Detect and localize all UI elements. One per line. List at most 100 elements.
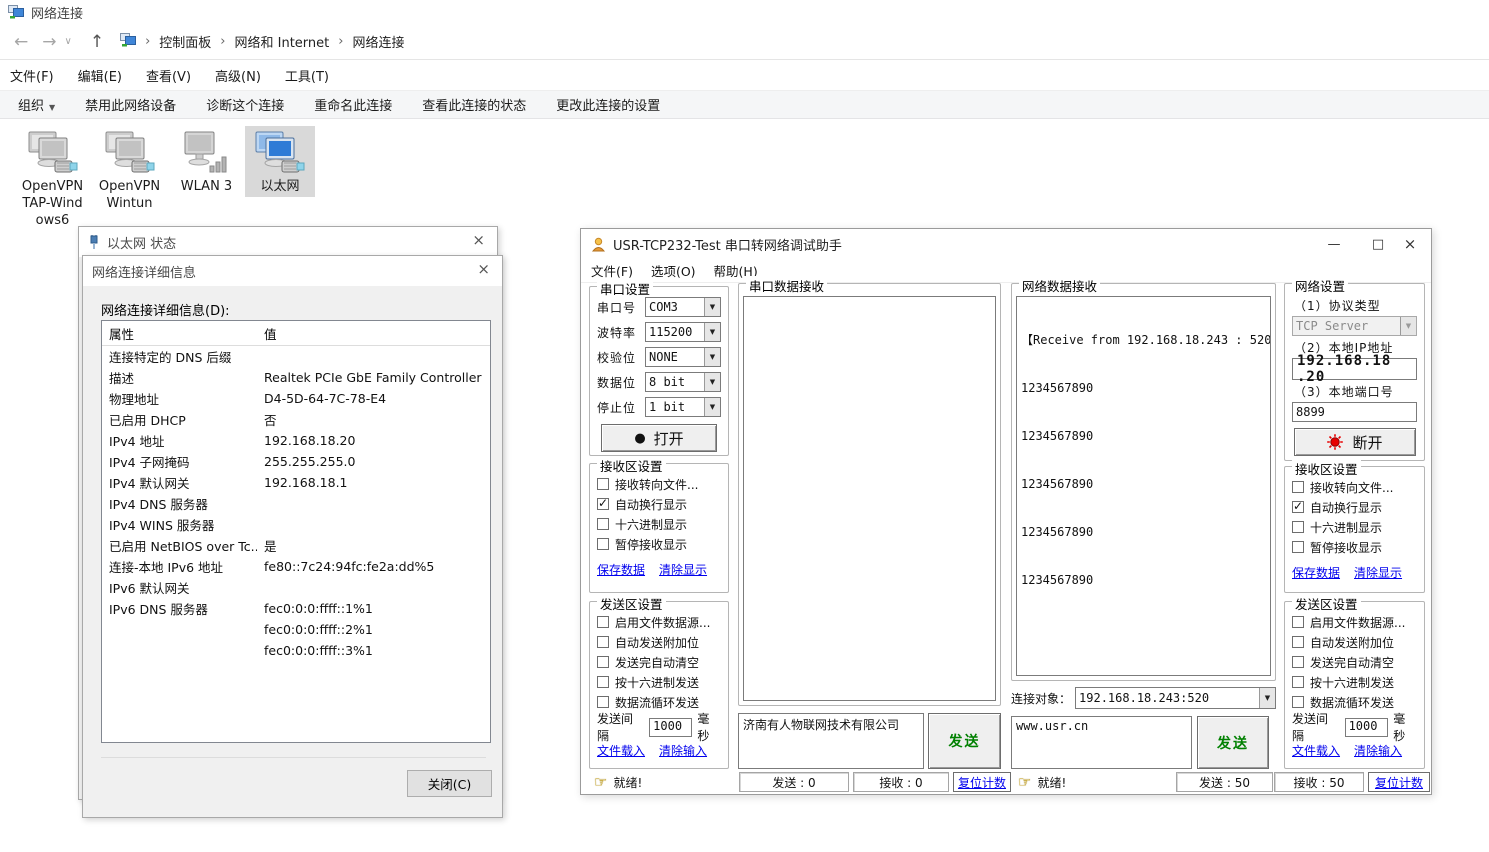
checkbox-pause-recv[interactable]: 暂停接收显示: [597, 534, 721, 554]
checkbox[interactable]: [1292, 541, 1304, 553]
checkbox-loop-send[interactable]: 数据流循环发送: [597, 692, 721, 712]
checkbox-hex-display[interactable]: 十六进制显示: [1292, 517, 1417, 537]
menu-view[interactable]: 查看(V): [146, 66, 191, 85]
menu-file[interactable]: 文件(F): [10, 66, 54, 85]
interval-input[interactable]: 1000: [1345, 718, 1389, 737]
toolbar-rename[interactable]: 重命名此连接: [314, 95, 392, 114]
back-icon[interactable]: ←: [14, 32, 28, 52]
breadcrumb-network-internet[interactable]: 网络和 Internet: [235, 32, 330, 51]
close-button[interactable]: ×: [1393, 229, 1427, 259]
checkbox-recv-to-file[interactable]: 接收转向文件...: [1292, 477, 1417, 497]
checkbox[interactable]: [597, 498, 609, 510]
clear-input-link[interactable]: 清除输入: [659, 742, 707, 759]
local-port-input[interactable]: 8899: [1292, 402, 1417, 422]
up-icon[interactable]: ↑: [90, 32, 104, 52]
checkbox-hex-send[interactable]: 按十六进制发送: [597, 672, 721, 692]
breadcrumb-network-connections[interactable]: 网络连接: [352, 32, 404, 51]
serial-recv-area[interactable]: [743, 296, 996, 701]
toolbar-change-settings[interactable]: 更改此连接的设置: [556, 95, 660, 114]
chevron-down-icon[interactable]: ▼: [1259, 688, 1275, 708]
clear-display-link[interactable]: 清除显示: [1354, 564, 1402, 581]
close-icon[interactable]: ×: [472, 231, 485, 249]
checkbox[interactable]: [597, 478, 609, 490]
checkbox-loop-send[interactable]: 数据流循环发送: [1292, 692, 1417, 712]
net-send-button[interactable]: 发送: [1197, 716, 1269, 769]
maximize-button[interactable]: □: [1361, 229, 1395, 259]
checkbox-auto-newline[interactable]: 自动换行显示: [1292, 497, 1417, 517]
chevron-down-icon[interactable]: ▼: [704, 298, 720, 316]
menu-advanced[interactable]: 高级(N): [215, 66, 261, 85]
adapter-openvpn-wintun[interactable]: OpenVPN Wintun: [91, 126, 168, 212]
toolbar-diagnose[interactable]: 诊断这个连接: [206, 95, 284, 114]
checkbox-auto-clear[interactable]: 发送完自动清空: [1292, 652, 1417, 672]
save-data-link[interactable]: 保存数据: [597, 561, 645, 578]
forward-icon[interactable]: →: [42, 32, 56, 52]
stop-bits-select[interactable]: 1 bit▼: [645, 397, 721, 417]
toolbar-view-status[interactable]: 查看此连接的状态: [422, 95, 526, 114]
checkbox-hex-display[interactable]: 十六进制显示: [597, 514, 721, 534]
load-file-link[interactable]: 文件载入: [597, 742, 645, 759]
checkbox[interactable]: [1292, 696, 1304, 708]
network-details-titlebar[interactable]: 网络连接详细信息 ×: [83, 256, 502, 286]
open-serial-button[interactable]: ● 打开: [601, 424, 717, 452]
checkbox-auto-newline[interactable]: 自动换行显示: [597, 494, 721, 514]
clear-input-link[interactable]: 清除输入: [1354, 742, 1402, 759]
checkbox[interactable]: [597, 538, 609, 550]
baud-rate-select[interactable]: 115200▼: [645, 322, 721, 342]
checkbox-file-source[interactable]: 启用文件数据源...: [597, 612, 721, 632]
load-file-link[interactable]: 文件载入: [1292, 742, 1340, 759]
close-button[interactable]: 关闭(C): [407, 770, 492, 797]
menu-file[interactable]: 文件(F): [591, 261, 633, 280]
ethernet-status-titlebar[interactable]: 以太网 状态 ×: [79, 227, 497, 257]
details-table[interactable]: 属性 值 连接特定的 DNS 后缀 描述Realtek PCIe GbE Fam…: [101, 320, 491, 743]
chevron-down-icon[interactable]: ▼: [704, 323, 720, 341]
breadcrumb-control-panel[interactable]: 控制面板: [159, 32, 211, 51]
net-send-input[interactable]: www.usr.cn: [1011, 716, 1192, 769]
net-recv-area[interactable]: 【Receive from 192.168.18.243 : 52099】: 1…: [1016, 296, 1271, 676]
chevron-down-icon[interactable]: ▼: [704, 373, 720, 391]
checkbox[interactable]: [1292, 636, 1304, 648]
menu-options[interactable]: 选项(O): [651, 261, 696, 280]
history-dropdown-icon[interactable]: ∨: [65, 36, 72, 47]
checkbox[interactable]: [1292, 481, 1304, 493]
parity-select[interactable]: NONE▼: [645, 347, 721, 367]
checkbox-recv-to-file[interactable]: 接收转向文件...: [597, 474, 721, 494]
disconnect-button[interactable]: 断开: [1294, 428, 1416, 456]
serial-send-input[interactable]: 济南有人物联网技术有限公司: [738, 713, 924, 769]
com-port-select[interactable]: COM3▼: [645, 297, 721, 317]
close-icon[interactable]: ×: [477, 260, 490, 278]
checkbox[interactable]: [1292, 616, 1304, 628]
checkbox-pause-recv[interactable]: 暂停接收显示: [1292, 537, 1417, 557]
checkbox[interactable]: [1292, 656, 1304, 668]
adapter-ethernet[interactable]: 以太网: [245, 126, 315, 197]
menu-tools[interactable]: 工具(T): [285, 66, 329, 85]
checkbox-file-source[interactable]: 启用文件数据源...: [1292, 612, 1417, 632]
chevron-down-icon[interactable]: ▼: [704, 348, 720, 366]
checkbox[interactable]: [597, 696, 609, 708]
checkbox[interactable]: [597, 636, 609, 648]
checkbox-auto-append[interactable]: 自动发送附加位: [1292, 632, 1417, 652]
toolbar-organize[interactable]: 组织▼: [18, 95, 55, 114]
checkbox[interactable]: [597, 518, 609, 530]
checkbox[interactable]: [1292, 501, 1304, 513]
menu-edit[interactable]: 编辑(E): [78, 66, 122, 85]
chevron-down-icon[interactable]: ▼: [704, 398, 720, 416]
interval-input[interactable]: 1000: [649, 718, 692, 737]
checkbox[interactable]: [1292, 676, 1304, 688]
checkbox[interactable]: [1292, 521, 1304, 533]
minimize-button[interactable]: —: [1317, 229, 1351, 259]
connect-target-select[interactable]: 192.168.18.243:520▼: [1075, 687, 1276, 709]
checkbox[interactable]: [597, 676, 609, 688]
data-bits-select[interactable]: 8 bit▼: [645, 372, 721, 392]
checkbox[interactable]: [597, 656, 609, 668]
protocol-select[interactable]: TCP Server▼: [1292, 316, 1417, 336]
checkbox-hex-send[interactable]: 按十六进制发送: [1292, 672, 1417, 692]
reset-count-button[interactable]: 复位计数: [953, 772, 1011, 792]
local-ip-input[interactable]: 192.168.18 .20: [1292, 358, 1417, 380]
checkbox-auto-append[interactable]: 自动发送附加位: [597, 632, 721, 652]
toolbar-disable-device[interactable]: 禁用此网络设备: [85, 95, 176, 114]
serial-send-button[interactable]: 发送: [928, 713, 1001, 769]
checkbox[interactable]: [597, 616, 609, 628]
save-data-link[interactable]: 保存数据: [1292, 564, 1340, 581]
adapter-wlan3[interactable]: WLAN 3: [168, 126, 245, 195]
